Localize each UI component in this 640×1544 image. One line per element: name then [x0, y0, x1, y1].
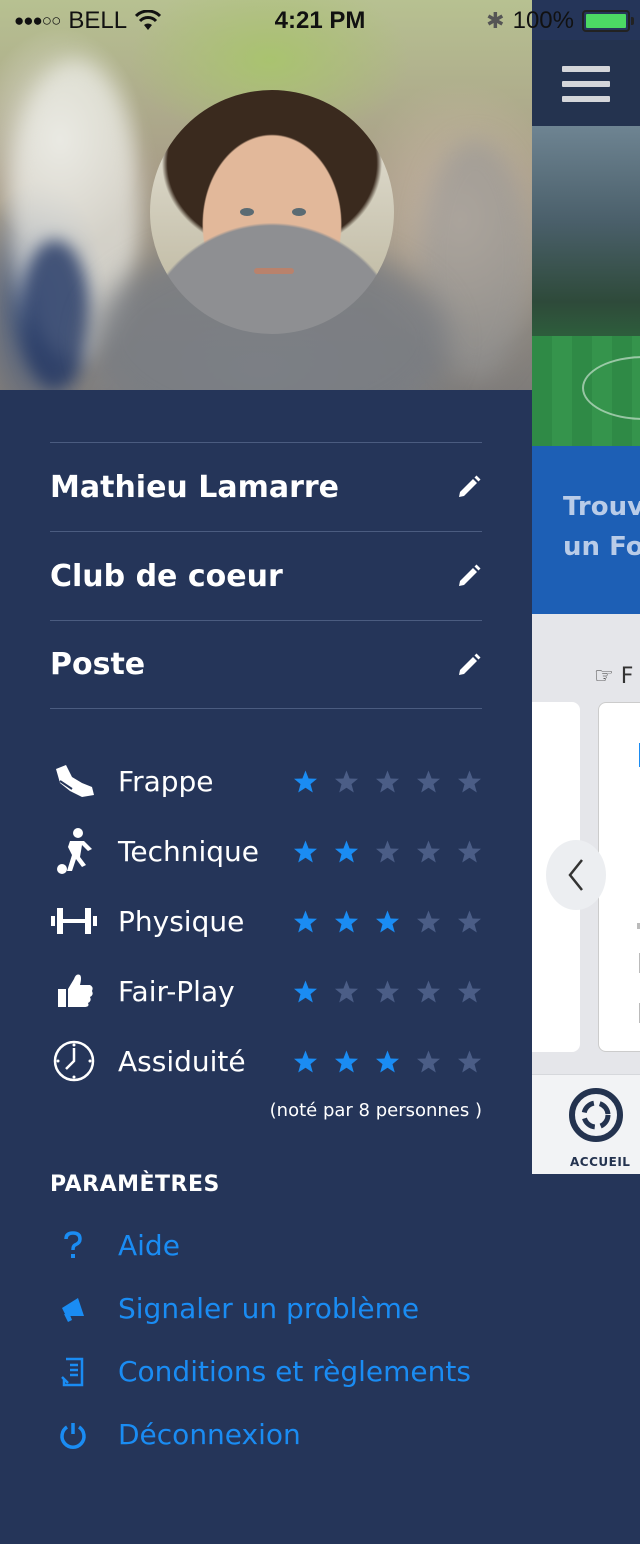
dumbbell-icon — [50, 897, 98, 945]
rating-row-fairplay: Fair-Play — [50, 956, 482, 1026]
main-topbar — [532, 40, 640, 126]
settings-item-label: Conditions et règlements — [118, 1355, 471, 1388]
carousel-prev-button[interactable] — [546, 840, 606, 910]
star-empty-icon[interactable] — [416, 839, 441, 864]
field-club[interactable]: Club de coeur — [50, 531, 482, 620]
settings-item-label: Aide — [118, 1229, 180, 1262]
find-row: ☞ F — [594, 664, 633, 689]
football-boot-icon — [50, 757, 98, 805]
field-name-label: Mathieu Lamarre — [50, 469, 340, 505]
star-empty-icon[interactable] — [375, 979, 400, 1004]
star-filled-icon[interactable] — [334, 909, 359, 934]
star-empty-icon[interactable] — [457, 979, 482, 1004]
tab-home-label[interactable]: ACCUEIL — [570, 1155, 630, 1169]
find-text: F — [620, 664, 634, 689]
rating-label: Fair-Play — [118, 974, 235, 1008]
chevron-left-icon — [568, 859, 583, 891]
settings-item-terms[interactable]: Conditions et règlements — [50, 1340, 482, 1403]
field-name[interactable]: Mathieu Lamarre — [50, 442, 482, 531]
promo-text-line1: Trouv — [563, 492, 640, 522]
profile-cover-image — [0, 0, 532, 390]
stadium-banner-image — [532, 126, 640, 446]
star-filled-icon[interactable] — [293, 769, 318, 794]
star-filled-icon[interactable] — [293, 1049, 318, 1074]
tab-bar: ACCUEIL — [532, 1074, 640, 1174]
settings-item-help[interactable]: Aide — [50, 1214, 482, 1277]
rating-row-technique: Technique — [50, 816, 482, 886]
star-empty-icon[interactable] — [457, 839, 482, 864]
rating-row-frappe: Frappe — [50, 746, 482, 816]
star-rating[interactable] — [293, 839, 482, 864]
bluetooth-icon: ✱ — [486, 8, 505, 33]
home-logo-icon[interactable] — [568, 1087, 624, 1143]
star-rating[interactable] — [293, 1049, 482, 1074]
settings-item-label: Signaler un problème — [118, 1292, 420, 1325]
profile-avatar[interactable] — [150, 90, 394, 334]
battery-percent: 100% — [512, 7, 574, 34]
pencil-icon[interactable] — [456, 652, 482, 678]
pointing-hand-icon: ☞ — [594, 664, 614, 689]
side-drawer: Mathieu Lamarre Club de coeur Poste Frap… — [0, 0, 532, 1544]
star-rating[interactable] — [293, 909, 482, 934]
star-filled-icon[interactable] — [334, 1049, 359, 1074]
star-filled-icon[interactable] — [334, 839, 359, 864]
star-empty-icon[interactable] — [416, 769, 441, 794]
rating-label: Frappe — [118, 764, 214, 798]
settings-section-title: PARAMÈTRES — [50, 1172, 220, 1197]
main-screen: Trouv un Fo ☞ F ACCUEIL — [532, 40, 640, 1174]
battery-icon — [582, 10, 634, 32]
star-empty-icon[interactable] — [457, 1049, 482, 1074]
rating-row-physique: Physique — [50, 886, 482, 956]
profile-fields: Mathieu Lamarre Club de coeur Poste — [50, 442, 482, 709]
rating-label: Physique — [118, 904, 245, 938]
field-position-label: Poste — [50, 647, 146, 682]
field-position[interactable]: Poste — [50, 620, 482, 709]
skill-ratings: Frappe Technique Physique Fair-Play Assi… — [50, 746, 482, 1096]
star-filled-icon[interactable] — [293, 909, 318, 934]
star-filled-icon[interactable] — [293, 839, 318, 864]
pencil-icon[interactable] — [456, 474, 482, 500]
thumbs-up-icon — [50, 967, 98, 1015]
star-filled-icon[interactable] — [293, 979, 318, 1004]
settings-item-label: Déconnexion — [118, 1418, 301, 1451]
question-icon — [58, 1230, 88, 1261]
rating-row-assiduite: Assiduité — [50, 1026, 482, 1096]
promo-text-line2: un Fo — [563, 532, 640, 562]
star-empty-icon[interactable] — [416, 979, 441, 1004]
power-icon — [58, 1420, 88, 1450]
promo-banner[interactable]: Trouv un Fo — [532, 446, 640, 614]
star-empty-icon[interactable] — [457, 769, 482, 794]
star-empty-icon[interactable] — [334, 769, 359, 794]
status-right: ✱ 100% — [486, 7, 634, 35]
settings-item-logout[interactable]: Déconnexion — [50, 1403, 482, 1466]
hamburger-menu-icon[interactable] — [562, 66, 610, 104]
settings-list: Aide Signaler un problème Conditions et … — [50, 1214, 482, 1466]
clock-icon — [50, 1037, 98, 1085]
document-icon — [58, 1357, 88, 1387]
star-rating[interactable] — [293, 769, 482, 794]
status-bar: ●●●○○ BELL 4:21 PM ✱ 100% — [0, 0, 640, 40]
player-kick-icon — [50, 827, 98, 875]
rating-label: Technique — [118, 834, 259, 868]
rated-by-count: (noté par 8 personnes ) — [269, 1100, 482, 1121]
rating-label: Assiduité — [118, 1044, 246, 1078]
star-filled-icon[interactable] — [375, 909, 400, 934]
pencil-icon[interactable] — [456, 563, 482, 589]
star-empty-icon[interactable] — [416, 1049, 441, 1074]
star-empty-icon[interactable] — [334, 979, 359, 1004]
star-empty-icon[interactable] — [375, 769, 400, 794]
star-empty-icon[interactable] — [457, 909, 482, 934]
star-empty-icon[interactable] — [416, 909, 441, 934]
field-club-label: Club de coeur — [50, 558, 283, 594]
star-filled-icon[interactable] — [375, 1049, 400, 1074]
megaphone-icon — [58, 1294, 88, 1324]
star-empty-icon[interactable] — [375, 839, 400, 864]
star-rating[interactable] — [293, 979, 482, 1004]
settings-item-report-problem[interactable]: Signaler un problème — [50, 1277, 482, 1340]
